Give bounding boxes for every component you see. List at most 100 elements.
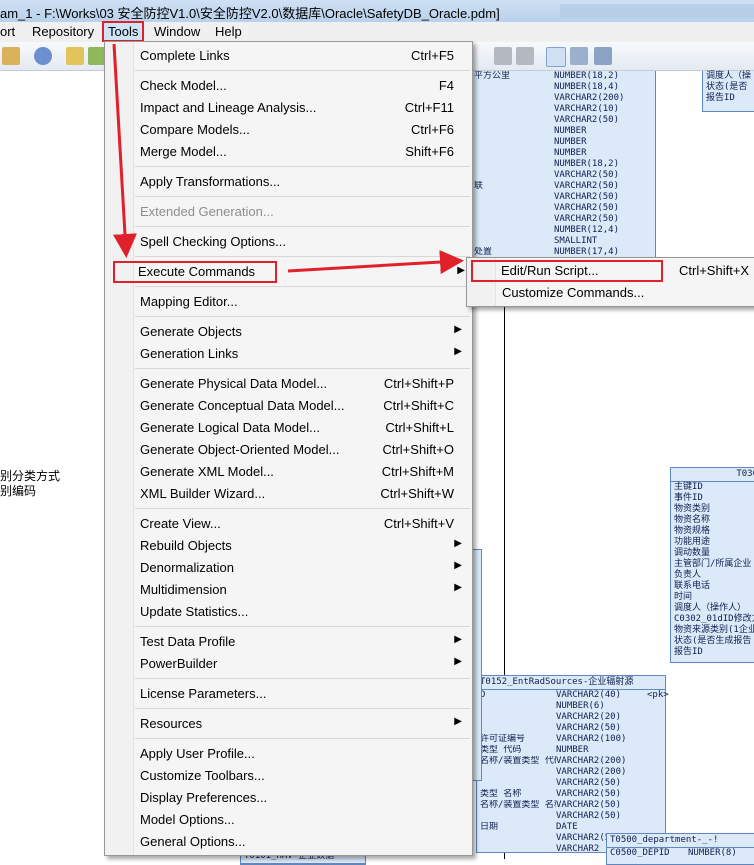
- tools-menu: Complete Links Ctrl+F5 Check Model... F4 Imp…: [104, 41, 473, 856]
- tools-menu-item-mapping-editor[interactable]: Mapping Editor...: [107, 291, 470, 313]
- table-title: T030: [671, 468, 754, 482]
- table-row: 日期 DATE: [477, 822, 665, 833]
- column-type: VARCHAR2: [556, 844, 600, 854]
- submenu-arrow-icon: ▶: [454, 324, 462, 335]
- column-name: [474, 225, 554, 236]
- menu-item-label: Denormalization: [140, 560, 234, 575]
- column-type: VARCHAR2(50): [556, 778, 622, 788]
- tools-menu-item-check-model[interactable]: Check Model... F4: [107, 75, 470, 97]
- menu-tools[interactable]: Tools: [102, 21, 145, 42]
- submenu-arrow-icon: ▶: [454, 634, 462, 645]
- table-t0302-rows: 主键ID 事件ID 物资类别 物资名称 物资规格 功能用途 调动数量 主管部门/所属企业 负责人…: [671, 482, 754, 658]
- tools-menu-item-generate-objects[interactable]: Generate Objects ▶: [107, 321, 470, 343]
- menu-window[interactable]: Window: [150, 23, 204, 40]
- table-row: VARCHAR2(50): [471, 192, 655, 203]
- column-name: [480, 767, 556, 778]
- table-row: 状态(是否: [706, 82, 748, 92]
- model-icon[interactable]: [34, 47, 52, 65]
- menu-item-label: Complete Links: [140, 48, 230, 63]
- table-title: T0500_department-_-!: [607, 834, 754, 848]
- menu-item-label: Rebuild Objects: [140, 538, 232, 553]
- grid-icon[interactable]: [594, 47, 612, 65]
- column-type: VARCHAR2(50): [556, 789, 622, 799]
- tools-menu-item-complete-links[interactable]: Complete Links Ctrl+F5: [107, 45, 470, 67]
- column-name: 日期: [480, 822, 499, 832]
- tools-menu-item-update-statistics[interactable]: Update Statistics...: [107, 601, 470, 623]
- table-row: VARCHAR2(50): [471, 203, 655, 214]
- table-row: C0500_DEPID NUMBER(8): [610, 848, 737, 858]
- table-top-right[interactable]: 调度人（操 状态(是否 报告ID: [702, 71, 754, 112]
- table-row: NUMBER(12,4): [471, 225, 655, 236]
- menu-item-label: Create View...: [140, 516, 221, 531]
- tools-menu-item-create-view[interactable]: Create View... Ctrl+Shift+V: [107, 513, 470, 535]
- arrange-icon[interactable]: [516, 47, 534, 65]
- tools-menu-item-test-data-profile[interactable]: Test Data Profile ▶: [107, 631, 470, 653]
- column-name: [474, 203, 554, 214]
- tools-menu-item-apply-transformations[interactable]: Apply Transformations...: [107, 171, 470, 193]
- align-icon[interactable]: [494, 47, 512, 65]
- table-t0302[interactable]: T030 主键ID事件ID物资类别物资名称物资规格功能用途调动数量主管部门/所属…: [670, 467, 754, 663]
- folder-icon[interactable]: [66, 47, 84, 65]
- column-name: [480, 701, 556, 712]
- menu-item-label: Generate Objects: [140, 324, 242, 339]
- menu-item-label: Multidimension: [140, 582, 227, 597]
- menu-item-label: Generate Logical Data Model...: [140, 420, 320, 435]
- tools-menu-item-generate-logical-data-model[interactable]: Generate Logical Data Model... Ctrl+Shift…: [107, 417, 470, 439]
- table-t0500[interactable]: T0500_department-_-! C0500_DEPID NUMBER(…: [606, 833, 754, 865]
- submenu-item-edit-run-script[interactable]: Edit/Run Script... Ctrl+Shift+X: [471, 260, 749, 282]
- tools-menu-item-display-preferences[interactable]: Display Preferences...: [107, 787, 470, 809]
- tools-menu-item-generate-object-oriented-model[interactable]: Generate Object-Oriented Model... Ctrl+Sh…: [107, 439, 470, 461]
- column-name: [480, 778, 556, 789]
- menu-repository[interactable]: Repository: [28, 23, 98, 40]
- submenu-arrow-icon: ▶: [454, 656, 462, 667]
- zoom-select-icon[interactable]: [546, 47, 566, 67]
- tools-menu-item-multidimension[interactable]: Multidimension ▶: [107, 579, 470, 601]
- submenu-arrow-icon: ▶: [454, 538, 462, 549]
- table-t0152[interactable]: T0152_EntRadSources-企业辐射源 <pk> D VARCHAR2…: [476, 675, 669, 854]
- tools-menu-item-general-options[interactable]: General Options...: [107, 831, 470, 853]
- tools-menu-item-resources[interactable]: Resources ▶: [107, 713, 470, 735]
- column-name: 名称/装置类型 代码: [480, 756, 556, 766]
- column-name: 名称/装置类型 名称: [480, 800, 556, 810]
- tools-menu-item-license-parameters[interactable]: License Parameters...: [107, 683, 470, 705]
- tools-menu-item-generation-links[interactable]: Generation Links ▶: [107, 343, 470, 365]
- tools-menu-item-generate-conceptual-data-model[interactable]: Generate Conceptual Data Model... Ctrl+Sh…: [107, 395, 470, 417]
- tools-menu-item-generate-physical-data-model[interactable]: Generate Physical Data Model... Ctrl+Shif…: [107, 373, 470, 395]
- column-type: NUMBER: [554, 126, 587, 136]
- table-row: SMALLINT: [471, 236, 655, 247]
- tools-menu-item-apply-user-profile[interactable]: Apply User Profile...: [107, 743, 470, 765]
- table-row: 联系电话: [674, 581, 711, 591]
- tools-menu-item-xml-builder-wizard[interactable]: XML Builder Wizard... Ctrl+Shift+W: [107, 483, 470, 505]
- tools-menu-item-rebuild-objects[interactable]: Rebuild Objects ▶: [107, 535, 470, 557]
- menu-report[interactable]: ort: [0, 23, 19, 40]
- column-type: NUMBER(18,2): [554, 159, 620, 169]
- tools-menu-item-generate-xml-model[interactable]: Generate XML Model... Ctrl+Shift+M: [107, 461, 470, 483]
- tools-menu-item-denormalization[interactable]: Denormalization ▶: [107, 557, 470, 579]
- tools-menu-item-powerbuilder[interactable]: PowerBuilder ▶: [107, 653, 470, 675]
- tools-menu-item-execute-commands[interactable]: Execute Commands ▶: [113, 261, 465, 283]
- column-type: VARCHAR2(200): [556, 767, 627, 777]
- tools-menu-item-merge-model[interactable]: Merge Model... Shift+F6: [107, 141, 470, 163]
- table-row: 报告ID: [706, 93, 735, 103]
- menu-item-shortcut: Ctrl+Shift+V: [383, 516, 454, 531]
- menu-item-shortcut: Ctrl+F5: [411, 48, 454, 63]
- column-type: VARCHAR2(50): [556, 800, 622, 810]
- tools-menu-item-spell-checking-options[interactable]: Spell Checking Options...: [107, 231, 470, 253]
- table-row: 功能用途: [674, 537, 711, 547]
- tools-menu-item-customize-toolbars[interactable]: Customize Toolbars...: [107, 765, 470, 787]
- tools-menu-item-compare-models[interactable]: Compare Models... Ctrl+F6: [107, 119, 470, 141]
- print-icon[interactable]: [2, 47, 20, 65]
- tools-menu-item-impact-and-lineage-analysis[interactable]: Impact and Lineage Analysis... Ctrl+F11: [107, 97, 470, 119]
- table-row: 调度人（操: [706, 71, 752, 81]
- comment-icon[interactable]: [570, 47, 588, 65]
- table-row: 事件ID: [674, 493, 703, 503]
- submenu-item-customize-commands[interactable]: Customize Commands...: [469, 282, 754, 304]
- table-row: 报告ID: [674, 647, 703, 657]
- table-row: VARCHAR2(50): [477, 723, 665, 734]
- table-row: 联 VARCHAR2(50): [471, 181, 655, 192]
- table-row: VARCHAR2(200): [471, 93, 655, 104]
- tools-menu-item-model-options[interactable]: Model Options...: [107, 809, 470, 831]
- menu-help[interactable]: Help: [211, 23, 246, 40]
- table-top[interactable]: 平方公里 NUMBER(18,2) NUMBER(18,4) VARCHAR2(200…: [470, 71, 656, 258]
- menu-separator: [135, 196, 470, 197]
